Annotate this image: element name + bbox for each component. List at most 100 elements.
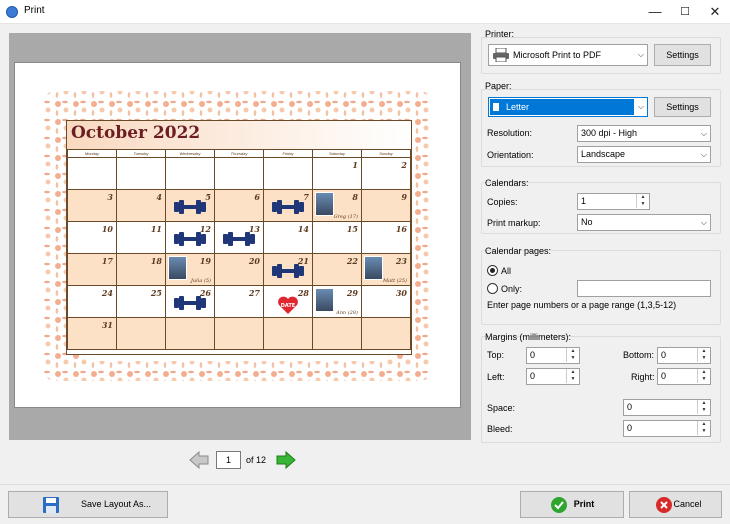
day-number: 17 <box>101 256 113 266</box>
day-cell: 20 <box>214 253 264 286</box>
copies-value: 1 <box>581 196 587 206</box>
orientation-select[interactable]: Landscape ⌵ <box>577 146 711 163</box>
day-cell: 22 <box>312 253 362 286</box>
dumbbell-icon <box>223 232 255 246</box>
resolution-select[interactable]: 300 dpi - High ⌵ <box>577 125 711 142</box>
margin-bottom-stepper[interactable]: 0 ▲ ▼ <box>657 347 711 364</box>
day-cell: 9 <box>361 189 411 222</box>
day-cell: 29 Ann (28) <box>312 285 362 318</box>
spin-up-icon[interactable]: ▲ <box>636 194 649 201</box>
weekday-label: Thursday <box>214 149 264 158</box>
previous-page-arrow-icon[interactable] <box>189 451 209 469</box>
print-markup-value: No <box>581 217 593 227</box>
spin-down-icon[interactable]: ▼ <box>566 355 579 362</box>
day-number: 8 <box>352 192 358 202</box>
spin-down-icon[interactable]: ▼ <box>566 376 579 383</box>
close-button[interactable]: ✕ <box>700 0 730 24</box>
maximize-button[interactable]: ☐ <box>670 0 700 24</box>
bleed-stepper[interactable]: 0 ▲ ▼ <box>623 420 711 437</box>
all-pages-radio[interactable] <box>487 265 498 276</box>
spin-down-icon[interactable]: ▼ <box>697 428 710 435</box>
calendars-group-label: Calendars: <box>485 178 529 188</box>
chevron-down-icon: ⌵ <box>700 150 707 159</box>
chevron-down-icon: ⌵ <box>637 50 644 59</box>
weekday-label: Wednesday <box>165 149 215 158</box>
weekday-label: Saturday <box>312 149 362 158</box>
margins-group-label: Margins (millimeters): <box>485 332 572 342</box>
only-pages-radio[interactable] <box>487 283 498 294</box>
page-range-input[interactable] <box>577 280 711 297</box>
day-cell: 26 <box>165 285 215 318</box>
day-number: 14 <box>297 224 309 234</box>
print-markup-select[interactable]: No ⌵ <box>577 214 711 231</box>
day-cell: 18 <box>116 253 166 286</box>
resolution-label: Resolution: <box>487 128 533 138</box>
spin-up-icon[interactable]: ▲ <box>697 400 710 407</box>
bleed-label: Bleed: <box>487 424 513 434</box>
spin-up-icon[interactable]: ▲ <box>697 421 710 428</box>
weekday-label: Sunday <box>361 149 411 158</box>
space-stepper[interactable]: 0 ▲ ▼ <box>623 399 711 416</box>
day-cell: 30 <box>361 285 411 318</box>
spin-down-icon[interactable]: ▼ <box>697 376 710 383</box>
page-count-label: of 12 <box>246 455 267 465</box>
calendar-header: October 2022 <box>67 121 411 149</box>
next-page-arrow-icon[interactable] <box>276 451 296 469</box>
paper-select[interactable]: Letter ⌵ <box>488 97 648 117</box>
day-cell: 28 DATE <box>263 285 313 318</box>
day-cell: 1 <box>312 157 362 190</box>
spin-up-icon[interactable]: ▲ <box>566 369 579 376</box>
day-number: 20 <box>248 256 260 266</box>
day-cell <box>165 157 215 190</box>
day-cell: 24 <box>67 285 117 318</box>
print-button[interactable]: Print <box>520 491 624 518</box>
printer-select[interactable]: Microsoft Print to PDF ⌵ <box>488 44 648 66</box>
paper-settings-button[interactable]: Settings <box>654 97 711 117</box>
window-title: Print <box>24 5 45 16</box>
calendar-grid: Monday Tuesday Wednesday Thursday Friday… <box>67 149 411 350</box>
photo-caption: Julia (5) <box>190 278 211 284</box>
day-cell: 11 <box>116 221 166 254</box>
spin-up-icon[interactable]: ▲ <box>697 369 710 376</box>
page-number-input[interactable]: 1 <box>216 451 241 469</box>
day-number: 28 <box>297 288 309 298</box>
day-cell: 16 <box>361 221 411 254</box>
printer-settings-button[interactable]: Settings <box>654 44 711 66</box>
day-cell: 6 <box>214 189 264 222</box>
spin-down-icon[interactable]: ▼ <box>697 407 710 414</box>
title-bar: Print — ☐ ✕ <box>0 0 730 24</box>
day-cell: 31 <box>67 317 117 350</box>
chevron-down-icon: ⌵ <box>700 218 707 227</box>
cancel-button[interactable]: Cancel <box>629 491 722 518</box>
copies-stepper[interactable]: 1 ▲ ▼ <box>577 193 650 210</box>
chevron-down-icon: ⌵ <box>637 102 644 111</box>
day-cell <box>214 317 264 350</box>
spin-up-icon[interactable]: ▲ <box>697 348 710 355</box>
margin-left-stepper[interactable]: 0 ▲ ▼ <box>526 368 580 385</box>
paper-icon <box>493 103 499 111</box>
margin-left-label: Left: <box>487 372 505 382</box>
minimize-button[interactable]: — <box>640 0 670 24</box>
spin-down-icon[interactable]: ▼ <box>636 201 649 208</box>
day-number: 19 <box>199 256 211 266</box>
floppy-disk-icon <box>43 497 59 513</box>
day-cell: 17 <box>67 253 117 286</box>
day-cell: 27 <box>214 285 264 318</box>
day-number: 29 <box>346 288 358 298</box>
day-cell: 3 <box>67 189 117 222</box>
spin-up-icon[interactable]: ▲ <box>566 348 579 355</box>
spin-down-icon[interactable]: ▼ <box>697 355 710 362</box>
cancel-label: Cancel <box>673 499 702 509</box>
save-layout-button[interactable]: Save Layout As... <box>8 491 168 518</box>
day-number: 30 <box>395 288 407 298</box>
day-number: 3 <box>107 192 113 202</box>
margin-right-value: 0 <box>661 371 667 381</box>
app-icon <box>6 6 18 18</box>
cancel-x-icon <box>656 497 672 513</box>
paper-select-value: Letter <box>506 102 530 112</box>
margin-top-stepper[interactable]: 0 ▲ ▼ <box>526 347 580 364</box>
day-cell <box>312 317 362 350</box>
day-cell: 23 Matt (25) <box>361 253 411 286</box>
day-number: 23 <box>395 256 407 266</box>
margin-right-stepper[interactable]: 0 ▲ ▼ <box>657 368 711 385</box>
